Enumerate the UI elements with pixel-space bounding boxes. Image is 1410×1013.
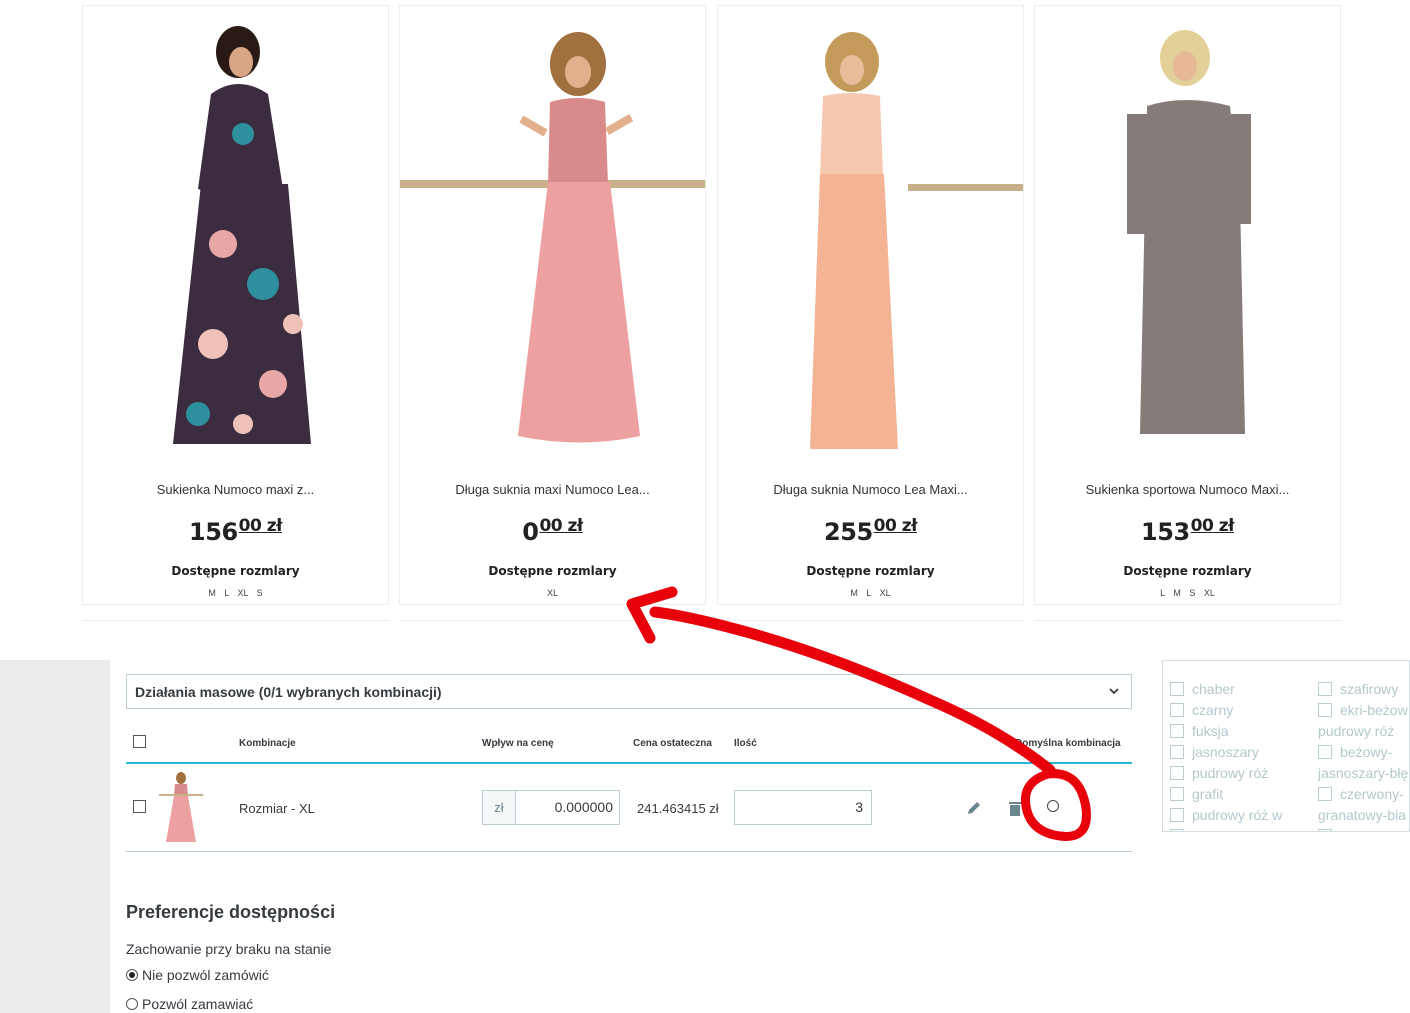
color-checkbox[interactable] (1170, 745, 1184, 759)
divider (1034, 620, 1341, 623)
divider (399, 620, 1024, 623)
delete-trash-icon[interactable] (1008, 800, 1022, 816)
color-option[interactable]: ekri-beżow (1318, 702, 1408, 718)
color-checkbox[interactable] (1318, 787, 1332, 801)
product-card[interactable]: Długa suknia Numoco Lea Maxi... 25500 zł… (717, 5, 1024, 605)
section-title: Preferencje dostępności (126, 902, 336, 922)
combination-thumbnail (156, 770, 206, 844)
product-card[interactable]: Długa suknia maxi Numoco Lea... 000 zł D… (399, 5, 706, 605)
available-sizes-label: Dostępne rozmlary (488, 564, 617, 578)
color-option-label[interactable]: pudrowy róż (1318, 723, 1394, 739)
combination-name: Rozmiar - XL (239, 801, 315, 816)
sidebar-background (0, 660, 110, 1013)
product-price: 15300 zł (1141, 516, 1234, 546)
radio-button[interactable] (126, 969, 138, 981)
radio-button[interactable] (126, 998, 138, 1010)
color-checkbox[interactable] (1170, 682, 1184, 696)
sizes-list: M L XL (850, 588, 891, 598)
sizes-list: XL (546, 588, 558, 598)
available-sizes-label: Dostępne rozmlary (1123, 564, 1252, 578)
color-checkbox[interactable] (1170, 703, 1184, 717)
color-option-label[interactable]: granatowy-bia (1318, 807, 1406, 823)
color-checkbox[interactable] (1170, 766, 1184, 780)
product-card[interactable]: Sukienka sportowa Numoco Maxi... 15300 z… (1034, 5, 1341, 605)
sizes-list: M L XL S (208, 588, 263, 598)
sizes-list: L M S XL (1160, 588, 1215, 598)
color-checkbox[interactable] (1318, 682, 1332, 696)
colors-filter-panel: chaber czarny fuksja jasnoszary pudrowy … (1162, 660, 1410, 832)
color-checkbox[interactable] (1170, 808, 1184, 822)
column-combinations: Kombinacje (239, 738, 296, 749)
color-option[interactable]: fuksja (1170, 723, 1229, 739)
color-option-label[interactable]: jasnoszary-błę (1318, 765, 1408, 781)
color-option[interactable]: jasnoszary (1170, 744, 1259, 760)
column-final-price: Cena ostateczna (633, 738, 712, 749)
product-image[interactable] (83, 24, 388, 454)
divider (82, 620, 389, 623)
radio-allow-orders[interactable]: Pozwól zamawiać (126, 996, 253, 1012)
row-checkbox[interactable] (133, 800, 146, 813)
color-option[interactable]: beżowy- (1318, 744, 1392, 760)
final-price: 241.463415 zł (637, 801, 719, 816)
combinations-table-header: Kombinacje Wpływ na cenę Cena ostateczna… (126, 728, 1132, 764)
table-row: Rozmiar - XL zł 0.000000 241.463415 zł 3 (126, 764, 1132, 852)
color-option[interactable] (1318, 828, 1340, 831)
mass-actions-label: Działania masowe (0/1 wybranych kombinac… (135, 684, 442, 700)
available-sizes-label: Dostępne rozmlary (806, 564, 935, 578)
quantity-input[interactable]: 3 (734, 790, 872, 825)
product-price: 25500 zł (824, 516, 917, 546)
product-name[interactable]: Długa suknia Numoco Lea Maxi... (718, 482, 1023, 497)
edit-pencil-icon[interactable] (966, 800, 982, 816)
color-checkbox[interactable] (1318, 703, 1332, 717)
currency-addon: zł (483, 791, 516, 824)
color-option[interactable]: chaber (1170, 681, 1235, 697)
product-name[interactable]: Sukienka Numoco maxi z... (83, 482, 388, 497)
color-option[interactable] (1170, 828, 1192, 831)
page: Sukienka Numoco maxi z... 15600 zł Dostę… (0, 0, 1410, 1013)
price-impact-input[interactable]: zł 0.000000 (482, 790, 620, 825)
color-option[interactable]: pudrowy róż (1170, 765, 1268, 781)
column-default: Domyślna kombinacja (1015, 738, 1121, 749)
column-price-impact: Wpływ na cenę (482, 738, 554, 749)
color-checkbox[interactable] (1170, 829, 1184, 831)
behaviour-label: Zachowanie przy braku na stanie (126, 941, 332, 957)
product-price: 15600 zł (189, 516, 282, 546)
color-checkbox[interactable] (1318, 745, 1332, 759)
default-combination-radio[interactable] (1047, 800, 1059, 812)
product-image[interactable] (400, 24, 705, 454)
color-checkbox[interactable] (1170, 787, 1184, 801)
chevron-down-icon (1109, 688, 1119, 695)
select-all-checkbox[interactable] (133, 735, 146, 748)
product-image[interactable] (1035, 24, 1340, 454)
product-price: 000 zł (522, 516, 583, 546)
available-sizes-label: Dostępne rozmlary (171, 564, 300, 578)
color-option[interactable]: szafirowy (1318, 681, 1398, 697)
color-option[interactable]: pudrowy róż w (1170, 807, 1282, 823)
color-checkbox[interactable] (1318, 829, 1332, 831)
product-name[interactable]: Sukienka sportowa Numoco Maxi... (1035, 482, 1340, 497)
product-image[interactable] (718, 24, 1023, 454)
color-option[interactable]: czarny (1170, 702, 1233, 718)
color-checkbox[interactable] (1170, 724, 1184, 738)
column-quantity: Ilość (734, 738, 757, 749)
product-card[interactable]: Sukienka Numoco maxi z... 15600 zł Dostę… (82, 5, 389, 605)
radio-deny-orders[interactable]: Nie pozwól zamówić (126, 967, 269, 983)
color-option[interactable]: grafit (1170, 786, 1223, 802)
price-impact-value[interactable]: 0.000000 (516, 791, 619, 824)
product-name[interactable]: Długa suknia maxi Numoco Lea... (400, 482, 705, 497)
color-option[interactable]: czerwony- (1318, 786, 1404, 802)
mass-actions-dropdown[interactable]: Działania masowe (0/1 wybranych kombinac… (126, 674, 1132, 709)
